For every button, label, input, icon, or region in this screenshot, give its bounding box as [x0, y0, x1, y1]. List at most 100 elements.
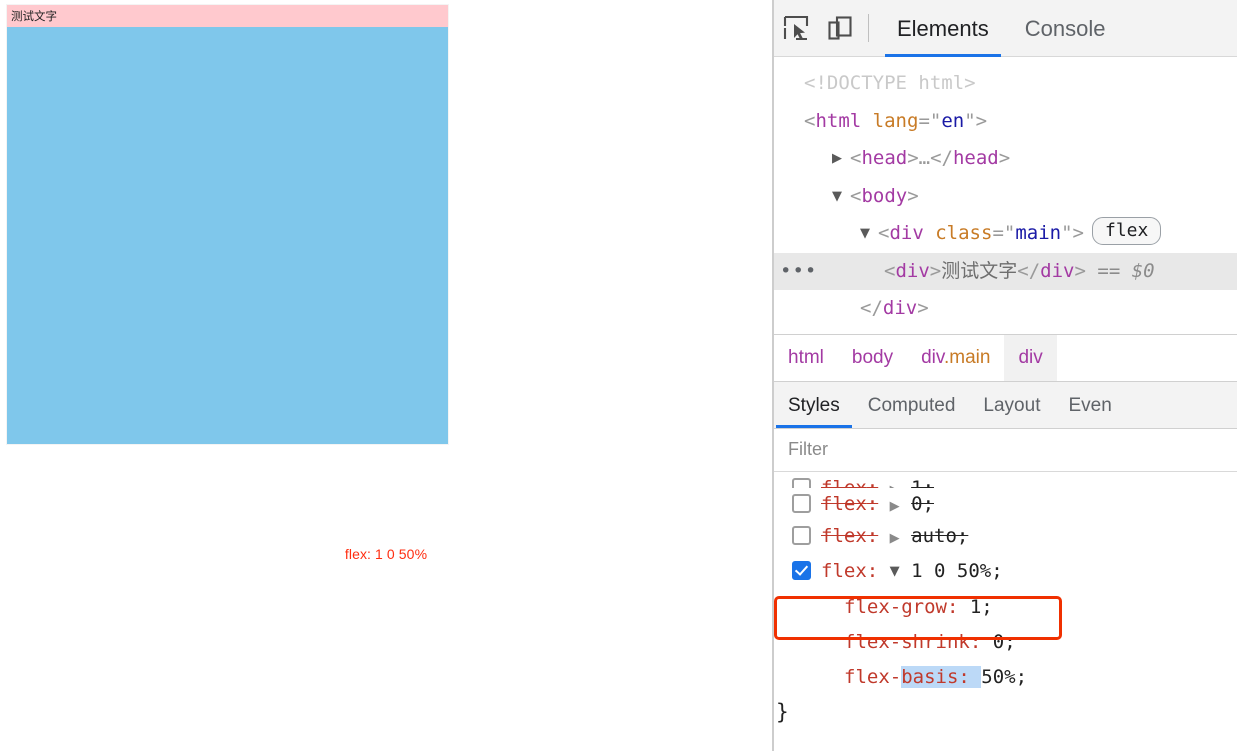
sub-value-flex-grow: 1; [969, 595, 993, 618]
chevron-down-icon-decl-active[interactable]: ▼ [890, 553, 900, 591]
breadcrumb-div-label: div [1018, 346, 1043, 368]
declaration-checkbox-flex-active[interactable] [792, 560, 811, 580]
div-main-tag-name: div [889, 222, 924, 244]
head-close-punct: > [998, 147, 1011, 169]
rule-closing-brace: } [776, 699, 789, 724]
div-sel-text: 测试文字 [941, 259, 1018, 282]
dom-row-doctype[interactable]: <!DOCTYPE html> [774, 65, 1237, 103]
declaration-colon-1: : [866, 476, 879, 488]
chevron-right-icon-decl-1[interactable]: ▶ [890, 475, 900, 488]
div-sel-close-tag-name: div [1040, 259, 1075, 282]
dom-row-div-main[interactable]: ▼ <div class="main"> flex [774, 215, 1237, 253]
declaration-colon-active: : [866, 559, 879, 582]
sub-property-flex-grow: flex-grow [844, 595, 947, 618]
chevron-right-icon-decl-auto[interactable]: ▶ [890, 523, 900, 555]
row-overflow-dots[interactable]: ••• [780, 253, 817, 291]
breadcrumb-html-label: html [788, 346, 824, 368]
breadcrumb-divmain-tag: div [921, 346, 944, 368]
div-main-punct-close: "> [1061, 222, 1084, 244]
chevron-down-icon-main[interactable]: ▼ [860, 215, 876, 253]
tab-computed-label: Computed [867, 394, 956, 416]
sub-property-flex-shrink: flex-shrink [844, 630, 970, 653]
styles-filter-input[interactable] [786, 438, 1196, 461]
declaration-checkbox-flex-1[interactable] [792, 477, 811, 488]
tab-layout-label: Layout [983, 394, 1041, 416]
div-main-close-gt: > [917, 297, 929, 319]
declaration-row-flex-1-clipped[interactable]: flex: ▶ 1; [774, 472, 1237, 488]
sub-declaration-flex-grow[interactable]: flex-grow: 1; [774, 590, 1237, 625]
tab-styles-label: Styles [788, 394, 840, 416]
div-main-punct-open: < [878, 222, 890, 244]
dom-row-selected-div[interactable]: ••• <div>测试文字</div> == $0 [774, 252, 1237, 291]
sub-colon-shrink: : [969, 630, 982, 653]
declaration-property-flex-0: flex [821, 492, 867, 515]
class-attr-name: class [935, 222, 993, 244]
blue-flex-box [7, 27, 448, 444]
declaration-value-flex-0: 0; [911, 492, 935, 515]
lang-attr-value: en [941, 109, 965, 132]
declaration-colon-0: : [866, 492, 879, 515]
sub-declaration-flex-basis[interactable]: flex-basis: 50%; [774, 660, 1237, 695]
head-tag-name: head [861, 147, 908, 169]
declaration-value-flex-auto: auto; [911, 524, 969, 547]
declaration-checkbox-flex-auto[interactable] [792, 525, 811, 545]
devtools-panel: Elements Console <!DOCTYPE html> <html l… [772, 0, 1237, 751]
dom-tree: <!DOCTYPE html> <html lang="en"> ▶ <head>… [774, 57, 1237, 334]
tab-styles[interactable]: Styles [774, 383, 854, 428]
tab-console[interactable]: Console [1007, 0, 1124, 57]
dom-row-div-main-close[interactable]: </div> [774, 290, 1237, 328]
declaration-value-flex-active: 1 0 50%; [911, 559, 1003, 582]
css-rule-block: flex: ▶ 1; flex: ▶ 0; flex: ▶ auto; flex… [774, 471, 1237, 730]
declaration-row-flex-active[interactable]: flex: ▼ 1 0 50%; [774, 552, 1237, 590]
sub-property-flex-basis-selected: basis: [901, 665, 982, 688]
div-sel-punct-open: < [884, 259, 896, 282]
chevron-right-icon-decl-0[interactable]: ▶ [890, 491, 900, 523]
div-main-close-tag-name: div [882, 297, 918, 319]
declaration-row-flex-auto[interactable]: flex: ▶ auto; [774, 520, 1237, 552]
declaration-colon-auto: : [866, 524, 879, 547]
dom-row-head[interactable]: ▶ <head>…</head> [774, 140, 1237, 178]
tab-computed[interactable]: Computed [854, 383, 970, 428]
pink-text-box: 测试文字 [7, 5, 448, 27]
dom-row-html[interactable]: <html lang="en"> [774, 103, 1237, 141]
declaration-property-flex-active: flex [821, 559, 867, 582]
declaration-checkbox-flex-0[interactable] [792, 493, 811, 513]
head-close-tag-name: head [952, 147, 999, 169]
angle-open: < [804, 109, 816, 132]
inspect-element-icon[interactable] [774, 6, 818, 50]
body-punct-close: > [907, 184, 919, 207]
sub-declaration-flex-shrink[interactable]: flex-shrink: 0; [774, 625, 1237, 660]
declaration-row-flex-0[interactable]: flex: ▶ 0; [774, 488, 1237, 520]
flex-badge[interactable]: flex [1091, 217, 1162, 245]
declaration-value-flex-1: 1; [911, 476, 935, 488]
chevron-right-icon[interactable]: ▶ [832, 140, 848, 178]
div-sel-gt: > [929, 259, 942, 282]
head-punct: >…</ [907, 147, 953, 169]
div-main-close-punct: </ [860, 297, 883, 319]
div-sel-close-open: </ [1017, 259, 1041, 282]
styles-tabbar: Styles Computed Layout Even [774, 381, 1237, 429]
breadcrumb-item-div-main[interactable]: div.main [907, 335, 1004, 381]
chevron-down-icon[interactable]: ▼ [832, 178, 848, 216]
flex-annotation-label: flex: 1 0 50% [344, 546, 428, 562]
class-attr-value: main [1015, 222, 1062, 244]
breadcrumb-item-html[interactable]: html [774, 335, 838, 381]
angle-close: "> [964, 109, 988, 132]
tab-elements[interactable]: Elements [879, 0, 1007, 57]
page-preview-pane: 测试文字 flex: 1 0 50% [0, 0, 772, 751]
dom-row-body[interactable]: ▼ <body> [774, 178, 1237, 216]
div-sel-close-gt: > [1074, 259, 1086, 282]
tab-event-listeners[interactable]: Even [1054, 383, 1125, 428]
breadcrumb: html body div.main div [774, 333, 1237, 382]
breadcrumb-item-body[interactable]: body [838, 335, 907, 381]
selected-node-ref: == $0 [1097, 259, 1155, 282]
lang-attr-name: lang [872, 109, 919, 132]
body-tag-name: body [861, 184, 908, 207]
tab-elements-label: Elements [897, 15, 989, 41]
tab-layout[interactable]: Layout [969, 383, 1054, 428]
breadcrumb-item-div[interactable]: div [1004, 334, 1057, 381]
tab-event-listeners-label: Even [1068, 394, 1112, 416]
device-toggle-icon[interactable] [818, 6, 862, 50]
doctype-label: <!DOCTYPE html> [804, 72, 976, 94]
devtools-toolbar: Elements Console [774, 0, 1237, 57]
